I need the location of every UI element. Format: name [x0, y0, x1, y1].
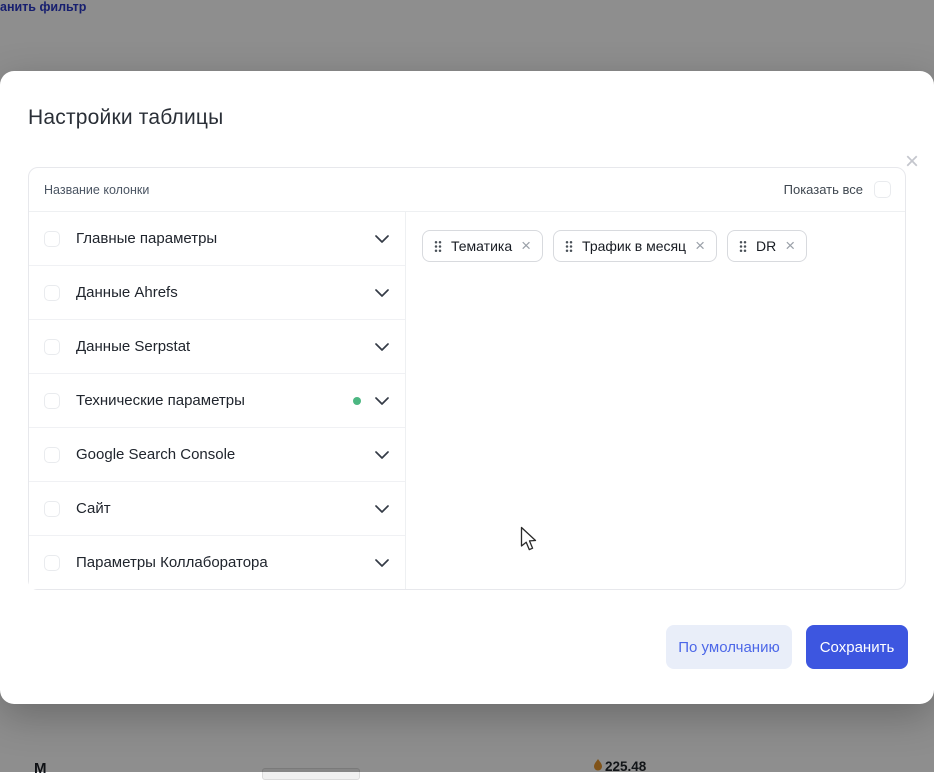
chevron-down-icon[interactable] — [375, 235, 389, 243]
modal-title: Настройки таблицы — [28, 106, 223, 130]
remove-chip-icon[interactable]: × — [695, 237, 705, 254]
column-chip-dr[interactable]: DR × — [727, 230, 807, 262]
show-all-control: Показать все — [784, 181, 891, 198]
category-label: Данные Ahrefs — [76, 284, 375, 301]
table-settings-modal: × Настройки таблицы Название колонки Пок… — [0, 71, 934, 704]
chevron-down-icon[interactable] — [375, 451, 389, 459]
chevron-down-icon[interactable] — [375, 397, 389, 405]
category-checkbox[interactable] — [44, 555, 60, 571]
show-all-checkbox[interactable] — [874, 181, 891, 198]
category-label: Главные параметры — [76, 230, 375, 247]
remove-chip-icon[interactable]: × — [521, 237, 531, 254]
panel-header: Название колонки Показать все — [29, 168, 905, 212]
remove-chip-icon[interactable]: × — [785, 237, 795, 254]
green-status-dot — [353, 397, 361, 405]
category-checkbox[interactable] — [44, 231, 60, 247]
chip-label: DR — [756, 238, 776, 254]
category-checkbox[interactable] — [44, 447, 60, 463]
chevron-down-icon[interactable] — [375, 343, 389, 351]
category-checkbox[interactable] — [44, 393, 60, 409]
chip-label: Тематика — [451, 238, 512, 254]
category-label: Google Search Console — [76, 446, 375, 463]
category-row-main-params[interactable]: Главные параметры — [29, 212, 405, 266]
category-label: Сайт — [76, 500, 375, 517]
category-label: Параметры Коллаборатора — [76, 554, 375, 571]
category-row-site[interactable]: Сайт — [29, 482, 405, 536]
category-label: Данные Serpstat — [76, 338, 375, 355]
drag-handle-icon[interactable] — [565, 240, 573, 253]
category-label: Технические параметры — [76, 392, 353, 409]
category-checkbox[interactable] — [44, 501, 60, 517]
category-row-ahrefs[interactable]: Данные Ahrefs — [29, 266, 405, 320]
save-button[interactable]: Сохранить — [806, 625, 908, 669]
category-checkbox[interactable] — [44, 285, 60, 301]
chevron-down-icon[interactable] — [375, 289, 389, 297]
drag-handle-icon[interactable] — [434, 240, 442, 253]
show-all-label: Показать все — [784, 182, 863, 197]
chevron-down-icon[interactable] — [375, 559, 389, 567]
category-row-technical-params[interactable]: Технические параметры — [29, 374, 405, 428]
panel-body: Главные параметры Данные Ahrefs Данные S… — [29, 212, 905, 589]
category-row-google-search-console[interactable]: Google Search Console — [29, 428, 405, 482]
category-row-serpstat[interactable]: Данные Serpstat — [29, 320, 405, 374]
drag-handle-icon[interactable] — [739, 240, 747, 253]
selected-columns-area: Тематика × Трафик в месяц × DR × — [406, 212, 905, 589]
chevron-down-icon[interactable] — [375, 505, 389, 513]
category-checkbox[interactable] — [44, 339, 60, 355]
chip-label: Трафик в месяц — [582, 238, 686, 254]
column-chip-tematika[interactable]: Тематика × — [422, 230, 543, 262]
category-row-collaborator-params[interactable]: Параметры Коллаборатора — [29, 536, 405, 589]
category-list: Главные параметры Данные Ahrefs Данные S… — [29, 212, 406, 589]
column-name-header: Название колонки — [44, 183, 149, 197]
column-chip-traffic[interactable]: Трафик в месяц × — [553, 230, 717, 262]
columns-panel: Название колонки Показать все Главные па… — [28, 167, 906, 590]
default-button[interactable]: По умолчанию — [666, 625, 792, 669]
